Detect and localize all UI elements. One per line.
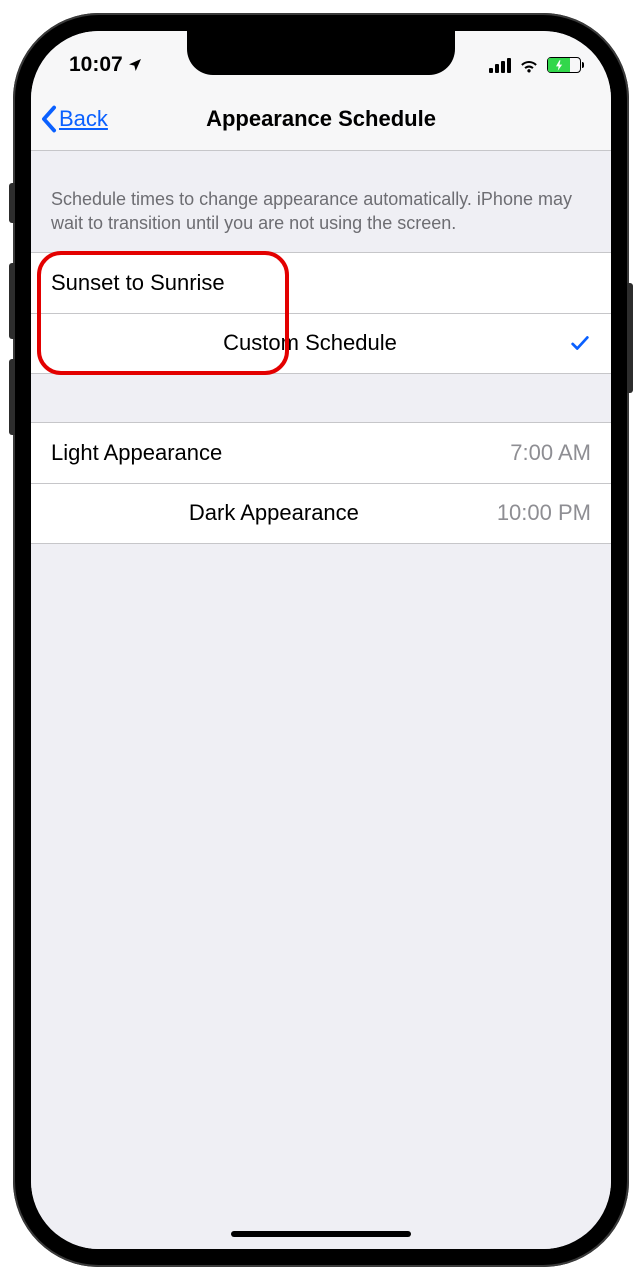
status-left: 10:07 [69, 53, 143, 77]
phone-volume-down [9, 359, 15, 435]
chevron-left-icon [41, 105, 57, 133]
option-label: Custom Schedule [223, 330, 397, 356]
time-settings-group: Light Appearance 7:00 AM Dark Appearance… [31, 422, 611, 544]
checkmark-icon [569, 332, 591, 354]
phone-volume-up [9, 263, 15, 339]
location-arrow-icon [127, 57, 143, 73]
back-button[interactable]: Back [41, 105, 108, 133]
option-custom-schedule[interactable]: Custom Schedule [31, 313, 611, 373]
cellular-signal-icon [489, 58, 511, 73]
phone-mute-switch [9, 183, 15, 223]
phone-frame: 10:07 [13, 13, 629, 1267]
row-label: Dark Appearance [189, 500, 359, 526]
status-right [489, 57, 581, 73]
content[interactable]: Schedule times to change appearance auto… [31, 151, 611, 1249]
group-gap [31, 374, 611, 422]
light-appearance-row[interactable]: Light Appearance 7:00 AM [31, 423, 611, 483]
phone-power-button [627, 283, 633, 393]
section-description: Schedule times to change appearance auto… [31, 151, 611, 252]
home-indicator[interactable] [231, 1231, 411, 1237]
row-value: 7:00 AM [510, 440, 591, 466]
status-time: 10:07 [69, 53, 123, 77]
back-label: Back [59, 106, 108, 132]
schedule-options-group: Sunset to Sunrise Custom Schedule [31, 252, 611, 374]
row-label: Light Appearance [51, 440, 222, 466]
dark-appearance-row[interactable]: Dark Appearance 10:00 PM [31, 483, 611, 543]
row-value: 10:00 PM [497, 500, 591, 526]
battery-icon [547, 57, 581, 73]
option-sunset-sunrise[interactable]: Sunset to Sunrise [31, 253, 611, 313]
wifi-icon [518, 57, 540, 73]
nav-title: Appearance Schedule [31, 106, 611, 132]
screen: 10:07 [31, 31, 611, 1249]
nav-bar: Back Appearance Schedule [31, 87, 611, 151]
option-label: Sunset to Sunrise [51, 270, 225, 296]
notch [187, 31, 455, 75]
